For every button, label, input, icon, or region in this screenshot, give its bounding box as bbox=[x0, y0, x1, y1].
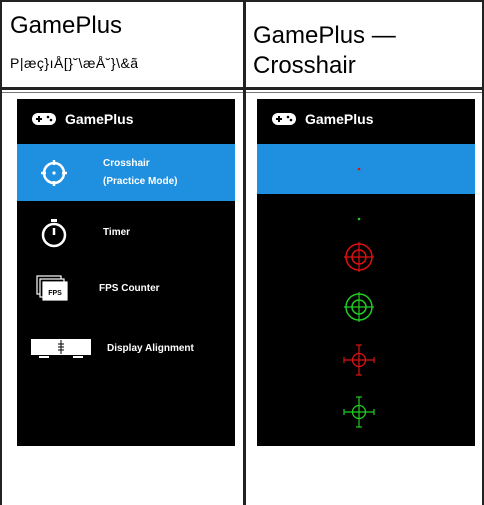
menu-item-label: Crosshair bbox=[103, 157, 150, 169]
menu-header-title: GamePlus bbox=[65, 111, 134, 127]
menu-item-label-sub: (Practice Mode) bbox=[103, 175, 178, 187]
fps-icon-text: FPS bbox=[48, 290, 62, 297]
menu-header: GamePlus bbox=[17, 99, 235, 139]
red-dot-crosshair-icon bbox=[357, 167, 361, 171]
right-cell-title-line2: Crosshair bbox=[253, 52, 356, 79]
crosshair-icon bbox=[41, 159, 67, 186]
menu-item-display-alignment[interactable]: Display Alignment bbox=[17, 327, 235, 371]
crosshair-option-red-ring[interactable] bbox=[257, 239, 475, 275]
timer-icon bbox=[41, 219, 67, 248]
menu-item-crosshair[interactable]: Crosshair (Practice Mode) bbox=[17, 144, 235, 201]
table-border-left bbox=[0, 0, 2, 505]
crosshair-header-title: GamePlus bbox=[305, 111, 374, 127]
menu-item-label: FPS Counter bbox=[99, 283, 160, 294]
gamepad-icon bbox=[32, 113, 56, 125]
red-ring-crosshair-icon bbox=[344, 242, 374, 272]
menu-item-timer[interactable]: Timer bbox=[17, 211, 235, 255]
crosshair-option-red-dot[interactable] bbox=[257, 144, 475, 194]
table-inner-line bbox=[246, 92, 482, 93]
crosshair-header: GamePlus bbox=[257, 99, 475, 139]
crosshair-option-red-cross[interactable] bbox=[257, 343, 475, 377]
crosshair-options-panel: GamePlus bbox=[257, 99, 475, 446]
red-cross-crosshair-icon bbox=[343, 344, 375, 376]
table-row-divider bbox=[0, 87, 484, 90]
green-cross-crosshair-icon bbox=[343, 396, 375, 428]
crosshair-option-green-dot[interactable] bbox=[257, 207, 475, 227]
crosshair-option-green-ring[interactable] bbox=[257, 289, 475, 325]
left-cell-subtitle: P|æç}ıÅ[}˘\æÅ˘}\&ã bbox=[10, 55, 139, 71]
menu-item-label: Timer bbox=[103, 227, 131, 238]
menu-item-fps-counter[interactable]: FPS FPS Counter bbox=[17, 267, 235, 311]
table-border-top bbox=[0, 0, 484, 2]
green-dot-crosshair-icon bbox=[357, 217, 361, 221]
fps-counter-icon: FPS bbox=[36, 275, 68, 301]
table-column-divider bbox=[243, 0, 246, 505]
right-cell-title-line1: GamePlus — bbox=[253, 22, 396, 49]
table-inner-line bbox=[2, 92, 243, 93]
gamepad-icon bbox=[272, 113, 296, 125]
gameplus-menu-panel: GamePlus Crosshair (Practice Mode) Timer bbox=[17, 99, 235, 446]
left-cell-title: GamePlus bbox=[10, 12, 123, 39]
display-alignment-icon bbox=[31, 339, 91, 358]
crosshair-option-green-cross[interactable] bbox=[257, 395, 475, 429]
menu-item-label: Display Alignment bbox=[107, 343, 194, 354]
green-ring-crosshair-icon bbox=[344, 292, 374, 322]
